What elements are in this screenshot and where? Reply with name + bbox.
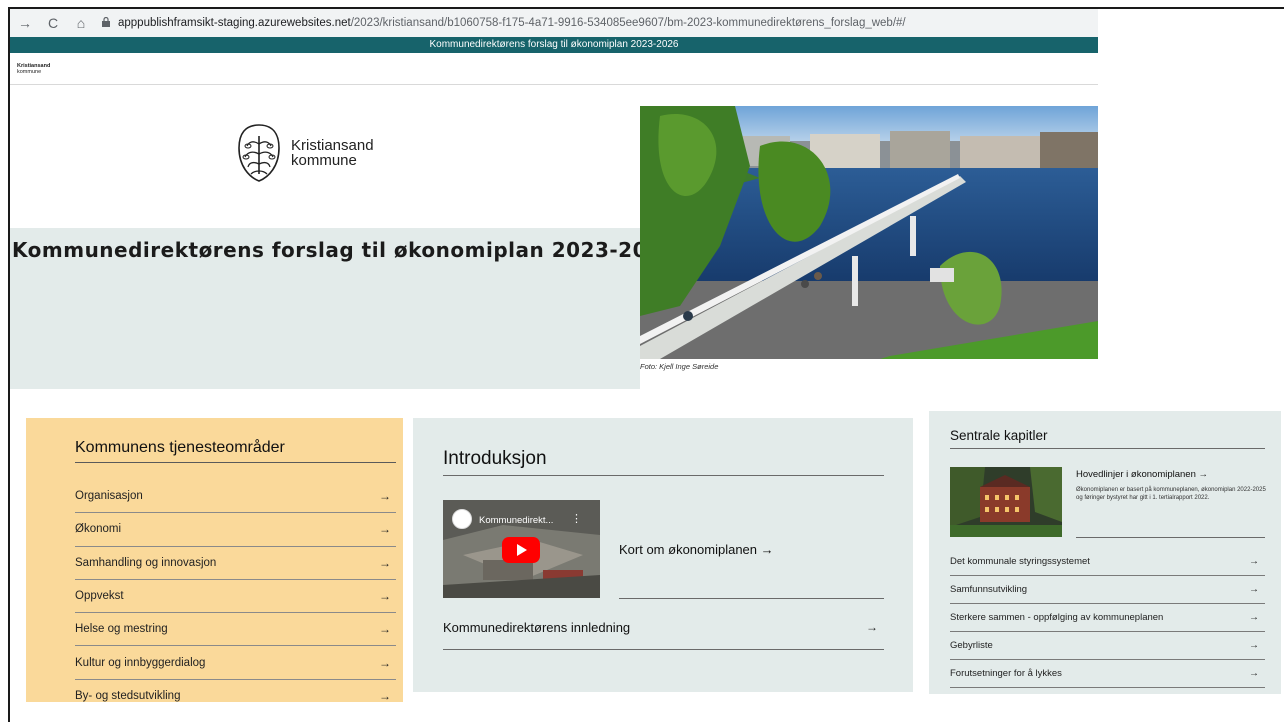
chapter-link-samfunnsutvikling[interactable]: Samfunnsutvikling → [950, 576, 1265, 604]
page-title: Kommunedirektørens forslag til økonomipl… [12, 238, 676, 262]
central-chapters-panel: Sentrale kapitler Hovedlinjer i økonomip… [929, 411, 1281, 694]
feature-image[interactable] [950, 467, 1062, 537]
kristiansand-logo: Kristiansand kommune [233, 122, 374, 184]
chapter-link-styringssystemet[interactable]: Det kommunale styringssystemet → [950, 548, 1265, 576]
services-title: Kommunens tjenesteområder [75, 439, 285, 456]
hero-photo [640, 106, 1098, 359]
channel-avatar [452, 509, 472, 529]
kort-divider [619, 598, 884, 599]
feature-divider [1076, 537, 1265, 538]
service-label: Helse og mestring [75, 623, 168, 636]
service-link-samhandling[interactable]: Samhandling og innovasjon → [75, 547, 396, 580]
arrow-right-icon: → [379, 489, 391, 504]
arrow-right-icon: → [1249, 556, 1259, 567]
logo-line1: Kristiansand [291, 137, 374, 154]
service-link-organisasjon[interactable]: Organisasjon → [75, 480, 396, 514]
innledning-link[interactable]: Kommunedirektørens innledning → [443, 620, 884, 635]
chapter-label: Det kommunale styringssystemet [950, 556, 1090, 567]
services-list: Organisasjon → Økonomi → Samhandling og in… [75, 480, 396, 702]
service-label: Samhandling og innovasjon [75, 556, 217, 569]
arrow-right-icon: → [379, 655, 391, 670]
video-title: Kommunedirekt... [479, 515, 554, 526]
innledning-divider [443, 649, 884, 650]
service-link-helse[interactable]: Helse og mestring → [75, 613, 396, 647]
coat-of-arms-icon [238, 124, 280, 182]
chapter-link-gebyrliste[interactable]: Gebyrliste → [950, 632, 1265, 660]
forward-icon[interactable]: → [18, 15, 32, 31]
address-bar[interactable]: apppublishframsikt-staging.azurewebsites… [118, 17, 906, 29]
service-link-byutvikling[interactable]: By- og stedsutvikling → [75, 680, 396, 702]
services-panel: Kommunens tjenesteområder Organisasjon → … [26, 418, 403, 702]
service-link-okonomi[interactable]: Økonomi → [75, 513, 396, 547]
logo-wordmark: Kristiansand kommune [291, 138, 374, 168]
more-options-icon[interactable]: ⋮ [571, 512, 582, 525]
reload-icon[interactable]: C [46, 15, 60, 31]
service-label: Organisasjon [75, 490, 143, 503]
service-label: Oppvekst [75, 590, 124, 603]
url-path: /2023/kristiansand/b1060758-f175-4a71-99… [350, 17, 906, 29]
service-link-kultur[interactable]: Kultur og innbyggerdialog → [75, 646, 396, 680]
innledning-label: Kommunedirektørens innledning [443, 620, 631, 635]
arrow-right-icon: → [379, 589, 391, 604]
chapters-list: Det kommunale styringssystemet → Samfunns… [950, 548, 1265, 688]
chapter-label: Samfunnsutvikling [950, 584, 1028, 595]
video-thumbnail[interactable]: Kommunedirekt... ⋮ [443, 500, 600, 598]
chapter-label: Gebyrliste [950, 640, 993, 651]
arrow-right-icon: → [379, 622, 391, 637]
feature-description: Økonomiplanen er basert på kommuneplanen… [1076, 487, 1266, 501]
services-divider [75, 462, 396, 463]
home-icon[interactable]: ⌂ [74, 15, 88, 31]
chapter-link-sterkere-sammen[interactable]: Sterkere sammen - oppfølging av kommunep… [950, 604, 1265, 632]
service-label: By- og stedsutvikling [75, 689, 181, 702]
service-label: Økonomi [75, 523, 122, 536]
arrow-right-icon: → [1249, 612, 1259, 623]
header-logo-line2: kommune [17, 69, 42, 75]
photo-caption: Foto: Kjell Inge Søreide [640, 362, 719, 371]
logo-line2: kommune [291, 152, 357, 169]
header-logo[interactable]: Kristiansand kommune [17, 63, 50, 75]
intro-title: Introduksjon [443, 448, 547, 469]
arrow-right-icon: → [1249, 640, 1259, 651]
central-divider [950, 448, 1265, 449]
document-banner: Kommunedirektørens forslag til økonomipl… [10, 37, 1098, 53]
arrow-right-icon: → [866, 620, 878, 634]
lock-icon [102, 16, 110, 30]
play-button-icon[interactable] [502, 537, 540, 563]
arrow-right-icon: → [1249, 584, 1259, 595]
intro-panel: Introduksjon Kommunedirekt... ⋮ Kort om … [413, 418, 913, 692]
intro-divider [443, 475, 884, 476]
arrow-right-icon: → [1249, 668, 1259, 679]
site-header: Kristiansand kommune [10, 53, 1098, 85]
service-label: Kultur og innbyggerdialog [75, 656, 206, 669]
arrow-right-icon: → [379, 555, 391, 570]
chapter-label: Forutsetninger for å lykkes [950, 668, 1062, 679]
arrow-right-icon: → [379, 688, 391, 702]
feature-title-link[interactable]: Hovedlinjer i økonomiplanen → [1076, 469, 1208, 480]
central-title: Sentrale kapitler [950, 428, 1048, 443]
service-link-oppvekst[interactable]: Oppvekst → [75, 580, 396, 614]
url-host: apppublishframsikt-staging.azurewebsites… [118, 17, 351, 29]
chapter-label: Sterkere sammen - oppfølging av kommunep… [950, 612, 1164, 623]
chapter-link-forutsetninger[interactable]: Forutsetninger for å lykkes → [950, 660, 1265, 688]
kort-om-link[interactable]: Kort om økonomiplanen → [619, 542, 774, 557]
arrow-right-icon: → [379, 522, 391, 537]
browser-toolbar: → C ⌂ apppublishframsikt-staging.azurewe… [10, 9, 1098, 37]
